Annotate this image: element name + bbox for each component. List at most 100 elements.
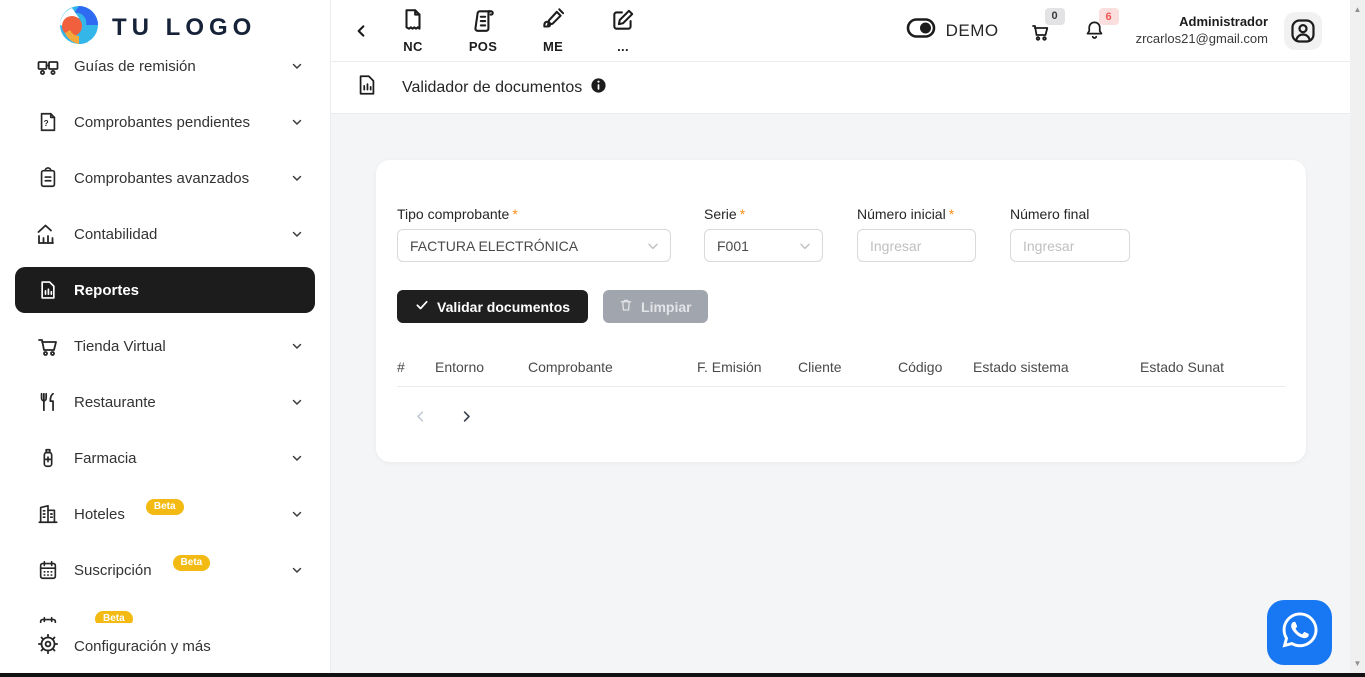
cart-button[interactable]: 0: [1029, 19, 1053, 43]
info-icon[interactable]: [590, 77, 607, 99]
analytics-icon: [36, 222, 60, 246]
pagination: [397, 403, 1285, 429]
validator-card: Tipo comprobante* FACTURA ELECTRÓNICA Se…: [376, 160, 1306, 462]
document-question-icon: ?: [36, 110, 60, 134]
sidebar-item-configuracion[interactable]: Configuración y más: [0, 623, 330, 669]
sidebar-item-comprobantes-pendientes[interactable]: ? Comprobantes pendientes: [15, 94, 315, 150]
sidebar-item-label: Contabilidad: [74, 226, 157, 243]
sidebar-item-label: Hoteles: [74, 506, 125, 523]
page-title: Validador de documentos: [402, 79, 582, 97]
logo-mark-icon: [58, 4, 100, 51]
svg-text:?: ?: [44, 119, 49, 128]
sidebar-item-farmacia[interactable]: Farmacia: [15, 430, 315, 486]
chevron-down-icon: [291, 452, 303, 464]
user-name: Administrador: [1136, 14, 1268, 30]
sidebar-item-guias-de-remision[interactable]: Guías de remisión: [15, 55, 315, 94]
sidebar-item-contabilidad[interactable]: Contabilidad: [15, 206, 315, 262]
cart-count-badge: 0: [1045, 8, 1065, 25]
pharmacy-icon: [36, 446, 60, 470]
hotel-icon: [36, 502, 60, 526]
truck-icon: [36, 55, 60, 78]
sidebar-item-reportes[interactable]: Reportes: [15, 267, 315, 313]
whatsapp-button[interactable]: [1267, 600, 1332, 665]
compose-icon: [610, 7, 636, 38]
avatar[interactable]: [1284, 12, 1322, 50]
numero-final-field: Número final: [1010, 206, 1130, 262]
sidebar-footer-label: Configuración y más: [74, 638, 211, 655]
shortcut-more[interactable]: ...: [605, 7, 641, 54]
numero-inicial-input[interactable]: [857, 229, 976, 262]
sidebar-item-label: Suscripción: [74, 562, 152, 579]
sidebar-item-label: Tienda Virtual: [74, 338, 166, 355]
clear-button-label: Limpiar: [641, 299, 692, 315]
serie-select[interactable]: F001: [704, 229, 823, 262]
previous-page-button[interactable]: [407, 403, 433, 429]
numero-inicial-label: Número inicial*: [857, 206, 976, 222]
results-table-header: # Entorno Comprobante F. Emisión Cliente…: [397, 347, 1285, 387]
chevron-down-icon: [291, 60, 303, 72]
chevron-down-icon: [798, 239, 812, 253]
topbar-right: DEMO 0 6 Administrador zrcarlos21: [906, 12, 1322, 50]
sidebar-item-partially-visible[interactable]: Beta: [15, 598, 315, 623]
sidebar-item-hoteles[interactable]: HotelesBeta: [15, 486, 315, 542]
chevron-down-icon: [291, 228, 303, 240]
sidebar-item-label: Comprobantes pendientes: [74, 114, 250, 131]
clear-button[interactable]: Limpiar: [603, 290, 708, 323]
serie-field: Serie* F001: [704, 206, 823, 262]
scrollbar-down-arrow[interactable]: ▼: [1350, 656, 1365, 671]
demo-mode-toggle[interactable]: DEMO: [906, 17, 999, 44]
column-header: F. Emisión: [697, 359, 798, 375]
app-root: TU LOGO Guías de remisión: [0, 0, 1365, 677]
sidebar-item-suscripcion[interactable]: Suscripción Beta: [15, 542, 315, 598]
column-header: Comprobante: [528, 359, 697, 375]
check-icon: [415, 298, 429, 315]
demo-label: DEMO: [946, 21, 999, 41]
serie-value: F001: [717, 238, 798, 254]
report-icon: [36, 278, 60, 302]
credit-note-icon: [400, 7, 426, 38]
shortcut-label: ME: [543, 39, 563, 54]
scrollbar-up-arrow[interactable]: ▲: [1350, 2, 1365, 17]
column-header: Cliente: [798, 359, 898, 375]
sidebar-nav: Guías de remisión ? Comprobantes pendien…: [0, 55, 330, 623]
next-page-button[interactable]: [453, 403, 479, 429]
tipo-comprobante-select[interactable]: FACTURA ELECTRÓNICA: [397, 229, 671, 262]
calendar-icon: [36, 558, 60, 582]
numero-final-input[interactable]: [1010, 229, 1130, 262]
brand-name: TU LOGO: [112, 14, 256, 42]
beta-badge: Beta: [95, 611, 133, 623]
column-header: Código: [898, 359, 973, 375]
shortcut-label: NC: [403, 39, 422, 54]
tipo-comprobante-label: Tipo comprobante*: [397, 206, 671, 222]
user-info[interactable]: Administrador zrcarlos21@gmail.com: [1136, 14, 1268, 47]
topbar: NC POS ME: [331, 0, 1350, 62]
validate-documents-button[interactable]: Validar documentos: [397, 290, 588, 323]
sidebar-item-comprobantes-avanzados[interactable]: Comprobantes avanzados: [15, 150, 315, 206]
chevron-down-icon: [291, 116, 303, 128]
sidebar-item-label: Comprobantes avanzados: [74, 170, 249, 187]
shortcut-me[interactable]: ME: [535, 7, 571, 54]
sidebar-item-restaurante[interactable]: Restaurante: [15, 374, 315, 430]
required-marker: *: [949, 206, 954, 222]
shopping-cart-icon: [36, 334, 60, 358]
window-scrollbar[interactable]: ▲ ▼: [1350, 0, 1365, 673]
filter-form: Tipo comprobante* FACTURA ELECTRÓNICA Se…: [397, 206, 1285, 262]
sidebar-item-label: Farmacia: [74, 450, 137, 467]
sidebar-item-label: Reportes: [74, 282, 139, 299]
chevron-down-icon: [291, 172, 303, 184]
restaurant-icon: [36, 390, 60, 414]
sidebar-item-tienda-virtual[interactable]: Tienda Virtual: [15, 318, 315, 374]
shortcut-pos[interactable]: POS: [465, 7, 501, 54]
brand[interactable]: TU LOGO: [0, 0, 330, 55]
notification-count-badge: 6: [1099, 8, 1119, 25]
required-marker: *: [740, 206, 745, 222]
user-email: zrcarlos21@gmail.com: [1136, 31, 1268, 47]
whatsapp-icon: [1280, 610, 1320, 655]
notifications-button[interactable]: 6: [1083, 19, 1106, 42]
column-header: #: [397, 359, 435, 375]
back-button[interactable]: [347, 16, 377, 46]
beta-badge: Beta: [173, 555, 211, 571]
chevron-down-icon: [291, 508, 303, 520]
chevron-down-icon: [291, 564, 303, 576]
shortcut-nc[interactable]: NC: [395, 7, 431, 54]
